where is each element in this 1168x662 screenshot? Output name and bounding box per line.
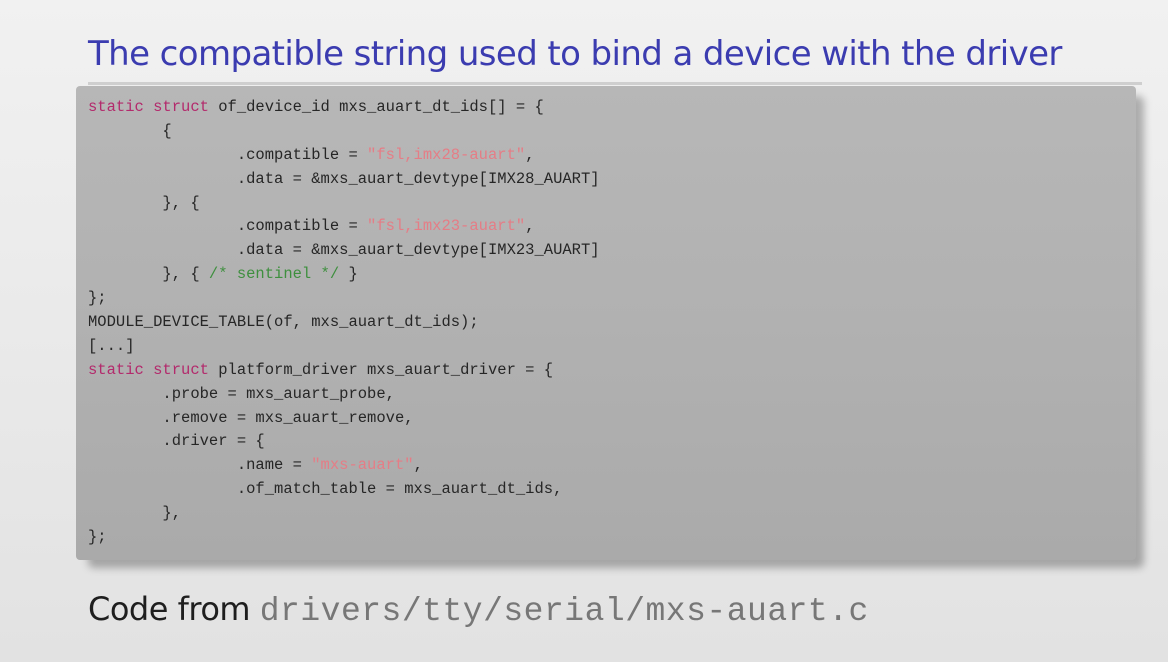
code-line: { xyxy=(88,120,1136,144)
code-text: .of_match_table = mxs_auart_dt_ids, xyxy=(88,480,563,499)
code-line: static struct platform_driver mxs_auart_… xyxy=(88,359,1136,383)
code-line: .remove = mxs_auart_remove, xyxy=(88,407,1136,431)
caption-file-path: drivers/tty/serial/mxs-auart.c xyxy=(259,593,869,630)
code-text: , xyxy=(525,145,535,164)
caption: Code from drivers/tty/serial/mxs-auart.c xyxy=(88,590,869,630)
code-line: }; xyxy=(88,287,1136,311)
code-text: .driver = { xyxy=(88,432,265,451)
title-underline xyxy=(88,82,1142,85)
code-text: } xyxy=(339,265,358,284)
code-string: "fsl,imx23-auart" xyxy=(367,217,526,236)
code-line: [...] xyxy=(88,335,1136,359)
code-text: }; xyxy=(88,289,107,308)
code-line: .data = &mxs_auart_devtype[IMX23_AUART] xyxy=(88,239,1136,263)
code-text: platform_driver mxs_auart_driver = { xyxy=(208,360,554,379)
code-string: "mxs-auart" xyxy=(311,456,414,475)
caption-text: Code from xyxy=(88,590,260,628)
code-keyword: static struct xyxy=(88,98,209,116)
code-line: .data = &mxs_auart_devtype[IMX28_AUART] xyxy=(88,168,1136,192)
code-line: .driver = { xyxy=(88,430,1136,454)
code-text: MODULE_DEVICE_TABLE(of, mxs_auart_dt_ids… xyxy=(88,313,479,332)
code-line: .compatible = "fsl,imx23-auart", xyxy=(88,215,1136,239)
code-text: .compatible = xyxy=(88,145,368,164)
code-string: "fsl,imx28-auart" xyxy=(367,145,526,164)
code-line: .name = "mxs-auart", xyxy=(88,454,1136,478)
code-text: .compatible = xyxy=(88,217,368,236)
code-line: MODULE_DEVICE_TABLE(of, mxs_auart_dt_ids… xyxy=(88,311,1136,335)
slide-title: The compatible string used to bind a dev… xyxy=(88,34,1062,74)
code-line: }, { xyxy=(88,192,1136,216)
code-keyword: static struct xyxy=(88,360,209,379)
code-text: .name = xyxy=(88,456,312,475)
code-text: .remove = mxs_auart_remove, xyxy=(88,408,414,427)
code-text: of_device_id mxs_auart_dt_ids[] = { xyxy=(208,98,544,116)
code-text: .data = &mxs_auart_devtype[IMX23_AUART] xyxy=(88,241,600,260)
code-text: }, { xyxy=(88,193,200,212)
code-text: }, xyxy=(88,504,182,523)
code-text: }, { xyxy=(88,265,209,284)
code-text: [...] xyxy=(88,336,135,355)
code-text: .probe = mxs_auart_probe, xyxy=(88,384,395,403)
code-block: static struct of_device_id mxs_auart_dt_… xyxy=(76,86,1136,560)
code-text: , xyxy=(525,217,535,236)
code-line: }, { /* sentinel */ } xyxy=(88,263,1136,287)
code-line: .compatible = "fsl,imx28-auart", xyxy=(88,144,1136,168)
code-line: .probe = mxs_auart_probe, xyxy=(88,383,1136,407)
code-text: , xyxy=(413,456,423,475)
code-line: }, xyxy=(88,502,1136,526)
code-line: .of_match_table = mxs_auart_dt_ids, xyxy=(88,478,1136,502)
code-line: }; xyxy=(88,526,1136,550)
code-line: static struct of_device_id mxs_auart_dt_… xyxy=(88,96,1136,120)
code-text: .data = &mxs_auart_devtype[IMX28_AUART] xyxy=(88,169,600,188)
code-text: { xyxy=(88,121,172,140)
code-comment: /* sentinel */ xyxy=(208,265,340,284)
code-text: }; xyxy=(88,528,107,547)
